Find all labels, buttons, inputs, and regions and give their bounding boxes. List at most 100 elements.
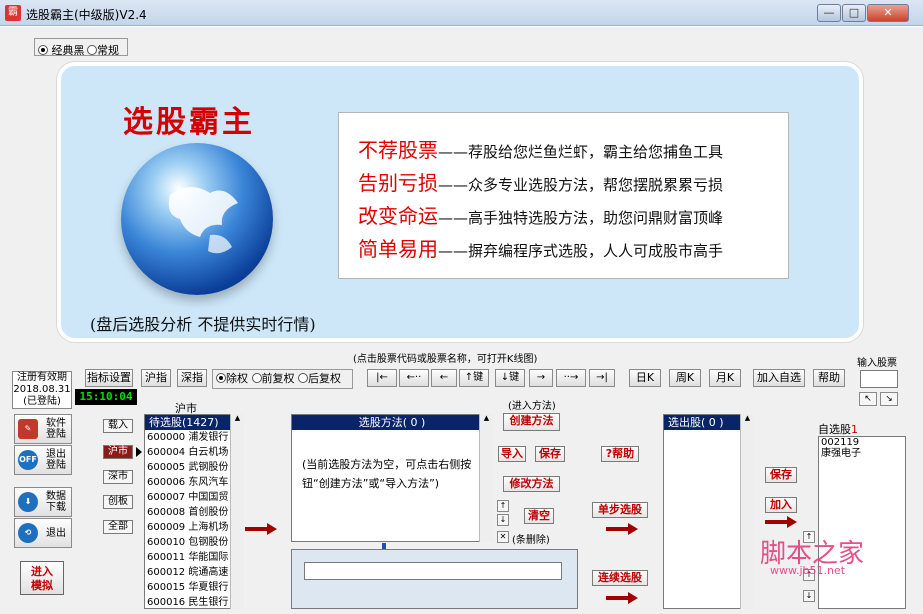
sz-index-button[interactable]: 深指 xyxy=(177,369,207,387)
move-up-icon[interactable]: ↑ xyxy=(497,500,509,512)
fq-radio-backward[interactable]: 后复权 xyxy=(298,372,341,385)
slogan-head: 不荐股票 xyxy=(358,138,438,162)
method-scrollbar[interactable]: ▲ xyxy=(479,414,493,542)
registration-box: 注册有效期 2018.08.31 (已登陆) xyxy=(12,371,72,409)
theme-radio-normal[interactable]: 常规 xyxy=(87,42,119,58)
list-item[interactable]: 600000 浦发银行 xyxy=(145,430,243,445)
slogan-head: 简单易用 xyxy=(358,237,438,261)
delete-icon[interactable]: ✕ xyxy=(497,531,509,543)
month-k-button[interactable]: 月K xyxy=(709,369,741,387)
watchlist-item-name[interactable]: 康强电子 xyxy=(819,448,905,459)
list-item[interactable]: 600016 民生银行 xyxy=(145,595,243,608)
software-login-button[interactable]: ✎ 软件 登陆 xyxy=(14,414,72,444)
list-item[interactable]: 600005 武钢股份 xyxy=(145,460,243,475)
fq-radio-forward[interactable]: 前复权 xyxy=(251,372,295,385)
theme-normal-label: 常规 xyxy=(97,44,119,57)
slogan-text: ——高手独特选股方法，助您问鼎财富顶峰 xyxy=(438,209,724,227)
logout-button[interactable]: OFF 退出 登陆 xyxy=(14,445,72,475)
watermark-url: www.jb51.net xyxy=(770,564,846,577)
input-code-label: 输入股票 xyxy=(857,358,897,369)
list-item[interactable]: 600010 包钢股份 xyxy=(145,535,243,550)
load-button[interactable]: 载入 xyxy=(103,419,133,433)
all-market-button[interactable]: 全部 xyxy=(103,520,133,534)
list-item[interactable]: 600012 皖通高速 xyxy=(145,565,243,580)
list-item[interactable]: 600008 首创股份 xyxy=(145,505,243,520)
list-item[interactable]: 600011 华能国际 xyxy=(145,550,243,565)
arrow-up-left-button[interactable]: ↖ xyxy=(859,392,877,406)
nav-prev-button[interactable]: ← xyxy=(431,369,457,387)
red-arrow-icon xyxy=(606,523,638,535)
enter-simulation-button[interactable]: 进入 模拟 xyxy=(20,561,64,595)
data-download-line1: 数据 xyxy=(46,491,66,502)
nav-last-button[interactable]: →| xyxy=(589,369,615,387)
add-watchlist-button[interactable]: 加入自选 xyxy=(753,369,805,387)
watchlist-down-icon[interactable]: ↓ xyxy=(803,590,815,602)
selected-list-scrollbar[interactable]: ▲ xyxy=(740,414,754,609)
watchlist-title: 自选股 xyxy=(818,423,851,436)
import-method-button[interactable]: 导入 xyxy=(498,446,526,462)
continuous-select-button[interactable]: 连续选股 xyxy=(592,570,648,586)
software-login-line1: 软件 xyxy=(46,418,66,429)
fq-none-label: 除权 xyxy=(226,372,248,385)
data-download-button[interactable]: ⬇ 数据 下载 xyxy=(14,487,72,517)
nav-down-key-button[interactable]: ↓键 xyxy=(495,369,525,387)
nav-page-prev-button[interactable]: ←·· xyxy=(399,369,429,387)
login-icon: ✎ xyxy=(18,419,38,439)
radio-dot-icon xyxy=(38,45,48,55)
arrow-down-right-button[interactable]: ↘ xyxy=(880,392,898,406)
gem-market-button[interactable]: 创板 xyxy=(103,495,133,509)
radio-dot-icon xyxy=(216,373,226,383)
theme-selector: 经典黑 常规 xyxy=(34,38,128,58)
single-step-button[interactable]: 单步选股 xyxy=(592,502,648,518)
scroll-up-icon[interactable]: ▲ xyxy=(231,414,244,422)
stock-code-input[interactable] xyxy=(860,370,898,388)
slogan-head: 告别亏损 xyxy=(358,171,438,195)
exit-button[interactable]: ⟲ 退出 xyxy=(14,518,72,548)
maximize-button[interactable]: □ xyxy=(842,4,866,22)
minimize-button[interactable]: — xyxy=(817,4,841,22)
list-item[interactable]: 600009 上海机场 xyxy=(145,520,243,535)
theme-radio-classic[interactable]: 经典黑 xyxy=(38,42,85,58)
save-method-button[interactable]: 保存 xyxy=(535,446,565,462)
watchlist-item-code[interactable]: 002119 xyxy=(819,437,905,448)
help-button[interactable]: 帮助 xyxy=(813,369,845,387)
move-down-icon[interactable]: ↓ xyxy=(497,514,509,526)
list-item[interactable]: 600015 华夏银行 xyxy=(145,580,243,595)
pending-stock-list[interactable]: 待选股(1427) 600000 浦发银行 600004 白云机场 600005… xyxy=(144,414,244,609)
day-k-button[interactable]: 日K xyxy=(629,369,661,387)
indicator-settings-button[interactable]: 指标设置 xyxy=(85,369,133,387)
nav-next-button[interactable]: → xyxy=(529,369,553,387)
slogan-2: 告别亏损——众多专业选股方法，帮您摆脱累累亏损 xyxy=(358,167,723,196)
add-watchlist-item-button[interactable]: 加入 xyxy=(765,497,797,513)
brand-title: 选股霸主 xyxy=(123,105,255,140)
list-item[interactable]: 600007 中国国贸 xyxy=(145,490,243,505)
enter-simulation-line1: 进入 xyxy=(31,565,53,578)
window-title: 选股霸主(中级版)V2.4 xyxy=(26,8,147,22)
scroll-up-icon[interactable]: ▲ xyxy=(480,414,493,422)
save-watchlist-button[interactable]: 保存 xyxy=(765,467,797,483)
create-method-button[interactable]: 创建方法 xyxy=(503,413,560,431)
list-item[interactable]: 600004 白云机场 xyxy=(145,445,243,460)
fq-radio-none[interactable]: 除权 xyxy=(216,372,248,385)
nav-page-next-button[interactable]: ··→ xyxy=(556,369,586,387)
nav-first-button[interactable]: |← xyxy=(367,369,397,387)
logout-line1: 退出 xyxy=(46,449,66,460)
method-help-button[interactable]: ?帮助 xyxy=(601,446,639,462)
clear-method-button[interactable]: 清空 xyxy=(524,508,554,524)
week-k-button[interactable]: 周K xyxy=(669,369,701,387)
scroll-up-icon[interactable]: ▲ xyxy=(741,414,754,422)
off-icon: OFF xyxy=(18,450,38,470)
method-name-input[interactable] xyxy=(304,562,562,580)
sh-market-button[interactable]: 沪市 xyxy=(103,445,133,459)
software-login-line2: 登陆 xyxy=(46,429,66,440)
slogan-text: ——众多专业选股方法，帮您摆脱累累亏损 xyxy=(438,176,724,194)
adjustment-selector: 除权 前复权 后复权 xyxy=(212,369,353,389)
pending-list-scrollbar[interactable]: ▲ xyxy=(230,414,244,609)
sh-index-button[interactable]: 沪指 xyxy=(141,369,171,387)
edit-method-button[interactable]: 修改方法 xyxy=(503,476,560,492)
list-item[interactable]: 600006 东风汽车 xyxy=(145,475,243,490)
nav-up-key-button[interactable]: ↑键 xyxy=(459,369,489,387)
sz-market-button[interactable]: 深市 xyxy=(103,470,133,484)
close-button[interactable]: ✕ xyxy=(867,4,909,22)
watchlist[interactable]: 002119 康强电子 xyxy=(818,436,906,609)
